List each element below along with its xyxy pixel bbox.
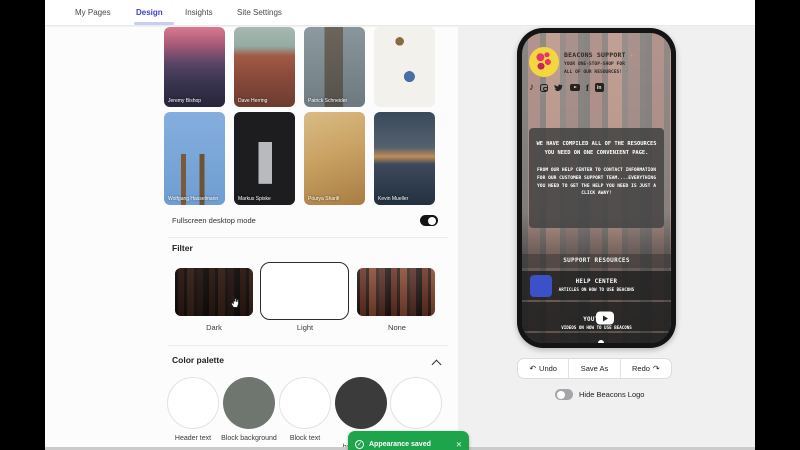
swatch-button-background[interactable]	[335, 377, 387, 429]
tiktok-icon[interactable]: ♪	[529, 82, 534, 93]
support-resources-heading: SUPPORT RESOURCES	[522, 254, 671, 268]
background-option-tile[interactable]: Markus Spiske	[234, 112, 295, 205]
intro-paragraph-1: WE HAVE COMPILED ALL OF THE RESOURCES YO…	[536, 141, 657, 157]
link-rows: HELP CENTER ARTICLES ON HOW TO USE BEACO…	[522, 271, 671, 343]
background-option-tile[interactable]: Dave Herring	[234, 27, 295, 107]
background-option-tile[interactable]: Patrick Schneider	[304, 27, 365, 107]
intro-text-block: WE HAVE COMPILED ALL OF THE RESOURCES YO…	[529, 128, 664, 228]
fullscreen-desktop-mode-label: Fullscreen desktop mode	[172, 216, 256, 225]
swatch-header-text[interactable]	[167, 377, 219, 429]
photographer-credit: Dave Herring	[238, 97, 268, 104]
filter-option-dark[interactable]	[175, 268, 253, 316]
filter-section-title: Filter	[172, 243, 193, 253]
sparkle-icon: ✦	[629, 52, 634, 59]
filter-option-label: Light	[296, 323, 314, 332]
filter-option-none[interactable]	[357, 268, 435, 316]
filter-option-label: None	[388, 323, 406, 332]
dark-filter-overlay	[175, 268, 253, 316]
intro-paragraph-2: FROM OUR HELP CENTER TO CONTACT INFORMAT…	[537, 167, 656, 197]
background-option-tile[interactable]: Wolfgang Hasselmann	[164, 112, 225, 205]
fullscreen-desktop-mode-toggle[interactable]	[420, 215, 438, 226]
cursor-pointer-icon	[230, 296, 239, 308]
active-tab-indicator	[134, 22, 174, 25]
social-icons-row: ♪ f in	[529, 82, 604, 93]
profile-title: BEACONS SUPPORT ✦	[564, 51, 634, 59]
check-emoji-icon: ✓	[624, 68, 628, 75]
profile-header: BEACONS SUPPORT ✦ YOUR ONE-STOP-SHOP FOR…	[564, 51, 666, 77]
tab-site-settings[interactable]: Site Settings	[237, 0, 282, 26]
app-root: My Pages Design Insights Site Settings J…	[0, 0, 800, 450]
youtube-play-icon	[595, 311, 614, 325]
undo-button[interactable]: ↶ Undo	[518, 359, 568, 378]
collapse-chevron-icon[interactable]	[431, 359, 442, 370]
phone-preview-frame: BEACONS SUPPORT ✦ YOUR ONE-STOP-SHOP FOR…	[517, 28, 676, 348]
swatch-label: Header text	[174, 435, 212, 442]
background-option-tile[interactable]: Jeremy Bishop	[164, 27, 225, 107]
section-divider	[168, 345, 448, 346]
facebook-icon[interactable]: f	[586, 83, 589, 93]
beacons-logo-icon	[597, 340, 613, 343]
link-help-center[interactable]: HELP CENTER ARTICLES ON HOW TO USE BEACO…	[522, 271, 671, 300]
check-circle-icon: ✓	[355, 439, 364, 449]
redo-button[interactable]: Redo ↷	[619, 359, 671, 378]
photographer-credit: Pourya Sharifi	[308, 195, 340, 202]
instagram-icon[interactable]	[540, 83, 548, 92]
toggle-knob	[557, 390, 565, 399]
history-controls: ↶ Undo Save As Redo ↷	[517, 358, 672, 379]
filter-option-light[interactable]	[260, 262, 349, 320]
color-palette-section-title: Color palette	[172, 355, 224, 365]
appearance-saved-toast: ✓ Appearance saved ✕	[348, 431, 469, 450]
link-subtitle: ARTICLES ON HOW TO USE BEACONS	[558, 287, 635, 292]
top-navbar: My Pages Design Insights Site Settings	[45, 0, 755, 26]
background-option-tile[interactable]	[374, 27, 435, 107]
help-center-icon	[530, 274, 552, 297]
undo-icon: ↶	[529, 364, 537, 373]
toast-close-icon[interactable]: ✕	[456, 440, 462, 449]
swatch-label: Block text	[289, 435, 321, 442]
section-divider	[168, 237, 448, 238]
youtube-icon[interactable]	[570, 83, 580, 92]
swatch-label: Block background	[221, 435, 277, 442]
photographer-credit: Wolfgang Hasselmann	[168, 195, 219, 202]
twitter-icon[interactable]	[554, 83, 564, 92]
link-youtube[interactable]: YOUTUBE VIDEOS ON HOW TO USE BEACONS	[522, 302, 671, 331]
hide-beacons-logo-label: Hide Beacons Logo	[579, 390, 645, 399]
hide-beacons-logo-toggle[interactable]	[555, 389, 573, 400]
photographer-credit: Patrick Schneider	[308, 97, 348, 104]
hide-logo-row: Hide Beacons Logo	[555, 389, 644, 400]
save-as-button[interactable]: Save As	[568, 359, 619, 378]
preview-area: BEACONS SUPPORT ✦ YOUR ONE-STOP-SHOP FOR…	[458, 27, 755, 450]
phone-screen: BEACONS SUPPORT ✦ YOUR ONE-STOP-SHOP FOR…	[522, 33, 671, 343]
browser-viewport: My Pages Design Insights Site Settings J…	[45, 0, 755, 450]
profile-avatar	[529, 47, 559, 77]
swatch-block-background[interactable]	[223, 377, 275, 429]
link-beacons-website[interactable]: BEACONS WEBSITE	[522, 333, 671, 343]
linkedin-icon[interactable]: in	[595, 83, 604, 92]
photographer-credit: Kevin Mueller	[378, 195, 409, 202]
swatch-button-text[interactable]	[390, 377, 442, 429]
toggle-knob	[428, 216, 436, 225]
design-settings-panel: Jeremy Bishop Dave Herring Patrick Schne…	[45, 27, 458, 450]
swatch-block-text[interactable]	[279, 377, 331, 429]
filter-option-label: Dark	[206, 323, 222, 332]
photographer-credit: Jeremy Bishop	[168, 97, 202, 104]
background-option-tile[interactable]: Kevin Mueller	[374, 112, 435, 205]
background-option-tile[interactable]: Pourya Sharifi	[304, 112, 365, 205]
tab-insights[interactable]: Insights	[185, 0, 213, 26]
link-title: HELP CENTER	[575, 279, 618, 285]
tab-my-pages[interactable]: My Pages	[75, 0, 111, 26]
redo-icon: ↷	[652, 364, 660, 373]
profile-subtitle: YOUR ONE-STOP-SHOP FOR ALL OF OUR RESOURC…	[564, 62, 628, 75]
link-subtitle: VIDEOS ON HOW TO USE BEACONS	[561, 324, 632, 330]
toast-message: Appearance saved	[369, 440, 431, 448]
photographer-credit: Markus Spiske	[238, 195, 271, 202]
